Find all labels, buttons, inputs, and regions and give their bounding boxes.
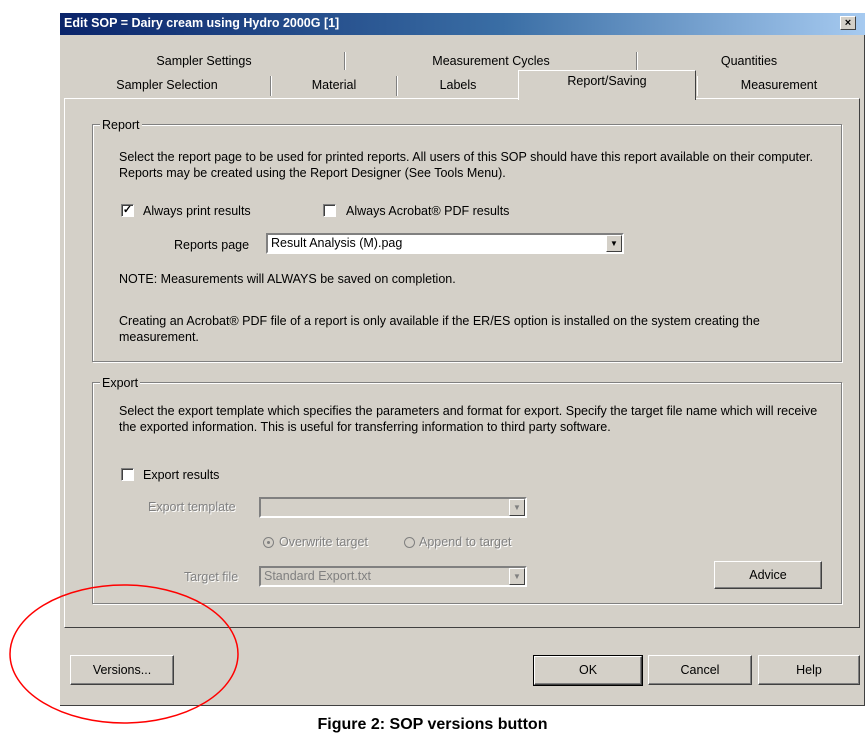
tab-measurement[interactable]: Measurement [697,76,860,96]
tab-material[interactable]: Material [272,76,396,96]
annotation-circle [9,584,239,724]
annotation-ellipse [9,584,239,724]
report-group-legend: Report [100,118,142,132]
figure-caption: Figure 2: SOP versions button [317,716,548,733]
export-group-legend: Export [100,376,141,390]
overwrite-target-radio[interactable] [263,537,274,548]
help-button[interactable]: Help [758,655,860,685]
append-target-label[interactable]: Append to target [419,534,511,550]
reports-page-label: Reports page [174,238,250,252]
close-icon[interactable]: × [840,16,856,30]
check-icon: ✓ [122,204,133,216]
append-target-radio[interactable] [404,537,415,548]
ok-button[interactable]: OK [533,655,643,686]
pdf-note: Creating an Acrobat® PDF file of a repor… [119,314,760,344]
chevron-down-icon[interactable]: ▼ [509,568,525,585]
reports-page-dropdown[interactable]: Result Analysis (M).pag ▼ [266,233,624,254]
export-results-checkbox[interactable] [121,468,134,481]
always-pdf-label[interactable]: Always Acrobat® PDF results [346,203,509,219]
cancel-button[interactable]: Cancel [648,655,752,685]
chevron-down-icon[interactable]: ▼ [509,499,525,516]
always-print-checkbox[interactable]: ✓ [121,204,134,217]
tab-labels[interactable]: Labels [398,76,518,96]
tab-report-saving[interactable]: Report/Saving [518,70,696,100]
title-bar[interactable]: Edit SOP = Dairy cream using Hydro 2000G… [60,13,865,35]
target-file-dropdown[interactable]: Standard Export.txt ▼ [259,566,527,587]
save-note: NOTE: Measurements will ALWAYS be saved … [119,272,456,286]
always-print-label[interactable]: Always print results [143,203,251,219]
tab-quantities[interactable]: Quantities [638,52,860,72]
advice-button[interactable]: Advice [714,561,822,589]
export-description: Select the export template which specifi… [119,404,818,434]
chevron-down-icon[interactable]: ▼ [606,235,622,252]
window-title: Edit SOP = Dairy cream using Hydro 2000G… [64,16,340,30]
reports-page-value: Result Analysis (M).pag [271,236,403,250]
report-description: Select the report page to be used for pr… [119,150,813,180]
always-pdf-checkbox[interactable] [323,204,336,217]
overwrite-target-label[interactable]: Overwrite target [279,534,368,550]
export-template-dropdown[interactable]: ▼ [259,497,527,518]
tab-sampler-selection[interactable]: Sampler Selection [64,76,270,96]
export-template-label: Export template [148,500,236,514]
target-file-value: Standard Export.txt [264,569,372,583]
tab-sampler-settings[interactable]: Sampler Settings [64,52,344,72]
export-results-label[interactable]: Export results [143,467,219,483]
tab-measurement-cycles[interactable]: Measurement Cycles [346,52,636,72]
